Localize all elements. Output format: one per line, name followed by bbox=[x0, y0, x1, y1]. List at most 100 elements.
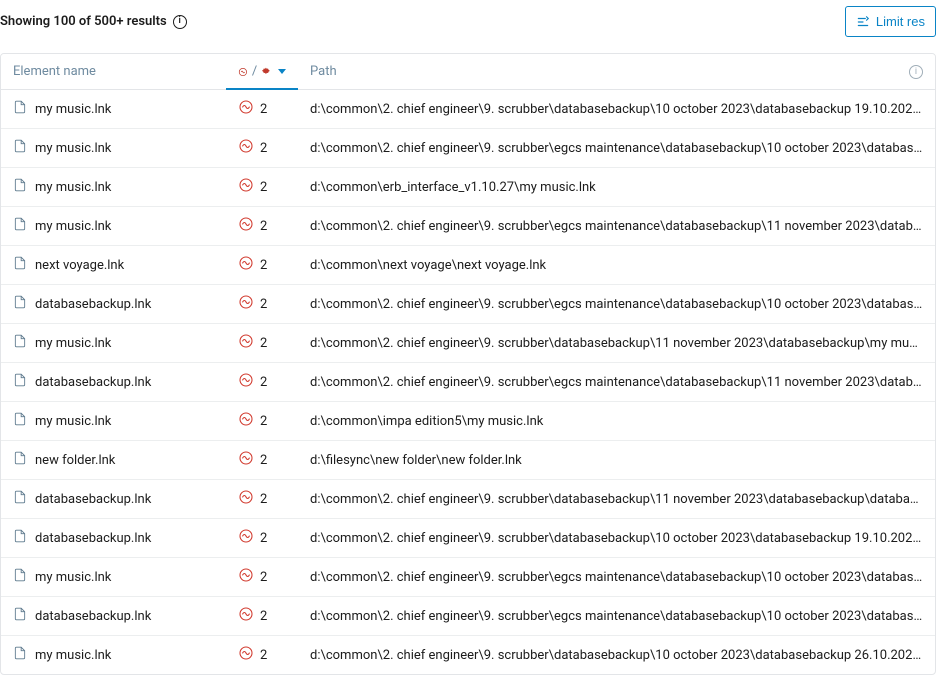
element-name-cell: my music.lnk bbox=[1, 402, 226, 441]
file-icon bbox=[13, 139, 27, 157]
element-name-text: databasebackup.lnk bbox=[35, 375, 151, 390]
path-cell: d:\common\2. chief engineer\9. scrubber\… bbox=[298, 363, 935, 402]
limit-button-text: Limit res bbox=[876, 14, 925, 29]
threat-icon bbox=[238, 567, 254, 587]
threat-icon bbox=[238, 294, 254, 314]
element-name-text: databasebackup.lnk bbox=[35, 531, 151, 546]
file-icon bbox=[13, 178, 27, 196]
result-count-label: Showing 100 of 500+ results i bbox=[0, 14, 187, 29]
element-name-cell: databasebackup.lnk bbox=[1, 363, 226, 402]
file-icon bbox=[13, 451, 27, 469]
threat-icon bbox=[238, 528, 254, 548]
score-cell: 2 bbox=[226, 246, 298, 285]
table-row[interactable]: my music.lnk2d:\common\erb_interface_v1.… bbox=[1, 168, 935, 207]
table-header-row: Element name / Path i bbox=[1, 54, 935, 90]
score-cell: 2 bbox=[226, 402, 298, 441]
path-cell: d:\common\2. chief engineer\9. scrubber\… bbox=[298, 597, 935, 636]
score-cell: 2 bbox=[226, 285, 298, 324]
path-cell: d:\common\erb_interface_v1.10.27\my musi… bbox=[298, 168, 935, 207]
limit-results-button[interactable]: Limit res bbox=[845, 6, 936, 37]
score-cell: 2 bbox=[226, 480, 298, 519]
score-value: 2 bbox=[260, 531, 267, 546]
file-icon bbox=[13, 256, 27, 274]
table-row[interactable]: databasebackup.lnk 2 d:\common\2. chief en… bbox=[1, 285, 935, 324]
score-value: 2 bbox=[260, 258, 267, 273]
path-header-text: Path bbox=[310, 64, 337, 79]
score-value: 2 bbox=[260, 180, 267, 195]
threat-icon bbox=[238, 606, 254, 626]
sliders-icon bbox=[856, 15, 870, 29]
table-row[interactable]: my music.lnk 2d:\common\2. chief engineer… bbox=[1, 90, 935, 129]
table-row[interactable]: my music.lnk2d:\common\2. chief engineer… bbox=[1, 558, 935, 597]
file-icon bbox=[13, 607, 27, 625]
table-row[interactable]: my music.lnk 2 d:\common\impa edition5\my … bbox=[1, 402, 935, 441]
element-name-text: databasebackup.lnk bbox=[35, 492, 151, 507]
file-icon bbox=[13, 373, 27, 391]
element-name-text: databasebackup.lnk bbox=[35, 609, 151, 624]
threat-icon bbox=[238, 138, 254, 158]
element-name-cell: databasebackup.lnk bbox=[1, 285, 226, 324]
column-header-element-name[interactable]: Element name bbox=[1, 54, 226, 90]
element-name-text: my music.lnk bbox=[35, 336, 111, 351]
element-name-cell: new folder.lnk bbox=[1, 441, 226, 480]
table-row[interactable]: databasebackup.lnk 2 d:\common\2. chief en… bbox=[1, 519, 935, 558]
element-name-header-text: Element name bbox=[13, 64, 96, 79]
element-name-cell: databasebackup.lnk bbox=[1, 519, 226, 558]
path-cell: d:\common\2. chief engineer\9. scrubber\… bbox=[298, 285, 935, 324]
score-cell: 2 bbox=[226, 90, 298, 129]
score-value: 2 bbox=[260, 414, 267, 429]
file-icon bbox=[13, 646, 27, 664]
info-icon[interactable]: i bbox=[173, 15, 187, 29]
table-row[interactable]: my music.lnk2d:\common\2. chief engineer… bbox=[1, 636, 935, 675]
score-cell: 2 bbox=[226, 207, 298, 246]
table-row[interactable]: databasebackup.lnk 2d:\common\2. chief en… bbox=[1, 480, 935, 519]
file-icon bbox=[13, 490, 27, 508]
path-cell: d:\common\impa edition5\my music.lnk bbox=[298, 402, 935, 441]
table-row[interactable]: databasebackup.lnk2d:\common\2. chief en… bbox=[1, 363, 935, 402]
score-value: 2 bbox=[260, 297, 267, 312]
element-name-text: my music.lnk bbox=[35, 648, 111, 663]
threat-icon bbox=[238, 333, 254, 353]
table-row[interactable]: next voyage.lnk2d:\common\next voyage\ne… bbox=[1, 246, 935, 285]
score-cell: 2 bbox=[226, 441, 298, 480]
element-name-text: my music.lnk bbox=[35, 219, 111, 234]
path-cell: d:\common\2. chief engineer\9. scrubber\… bbox=[298, 519, 935, 558]
file-icon bbox=[13, 568, 27, 586]
element-name-text: my music.lnk bbox=[35, 570, 111, 585]
info-icon[interactable]: i bbox=[909, 65, 923, 79]
column-header-path[interactable]: Path i bbox=[298, 54, 935, 90]
path-cell: d:\common\next voyage\next voyage.lnk bbox=[298, 246, 935, 285]
score-value: 2 bbox=[260, 570, 267, 585]
file-icon bbox=[13, 529, 27, 547]
threat-header-icon bbox=[238, 65, 248, 79]
column-header-score[interactable]: / bbox=[226, 54, 298, 90]
score-value: 2 bbox=[260, 141, 267, 156]
results-text: Showing 100 of 500+ results bbox=[0, 14, 167, 29]
threat-icon bbox=[238, 411, 254, 431]
score-cell: 2 bbox=[226, 519, 298, 558]
threat-icon bbox=[238, 99, 254, 119]
path-cell: d:\common\2. chief engineer\9. scrubber\… bbox=[298, 480, 935, 519]
element-name-cell: my music.lnk bbox=[1, 558, 226, 597]
table-row[interactable]: my music.lnk2d:\common\2. chief engineer… bbox=[1, 129, 935, 168]
score-cell: 2 bbox=[226, 168, 298, 207]
threat-icon bbox=[238, 645, 254, 665]
file-icon bbox=[13, 100, 27, 118]
chevron-down-icon bbox=[278, 69, 286, 74]
table-row[interactable]: my music.lnk2d:\common\2. chief engineer… bbox=[1, 324, 935, 363]
score-cell: 2 bbox=[226, 324, 298, 363]
table-row[interactable]: my music.lnk2d:\common\2. chief engineer… bbox=[1, 207, 935, 246]
score-value: 2 bbox=[260, 609, 267, 624]
threat-icon bbox=[238, 177, 254, 197]
path-cell: d:\common\2. chief engineer\9. scrubber\… bbox=[298, 90, 935, 129]
element-name-cell: databasebackup.lnk bbox=[1, 480, 226, 519]
score-value: 2 bbox=[260, 453, 267, 468]
table-row[interactable]: new folder.lnk2d:\filesync\new folder\ne… bbox=[1, 441, 935, 480]
path-cell: d:\common\2. chief engineer\9. scrubber\… bbox=[298, 129, 935, 168]
element-name-cell: my music.lnk bbox=[1, 207, 226, 246]
table-row[interactable]: databasebackup.lnk 2 d:\common\2. chief en… bbox=[1, 597, 935, 636]
element-name-text: my music.lnk bbox=[35, 102, 111, 117]
score-cell: 2 bbox=[226, 636, 298, 675]
threat-icon bbox=[238, 450, 254, 470]
file-icon bbox=[13, 334, 27, 352]
